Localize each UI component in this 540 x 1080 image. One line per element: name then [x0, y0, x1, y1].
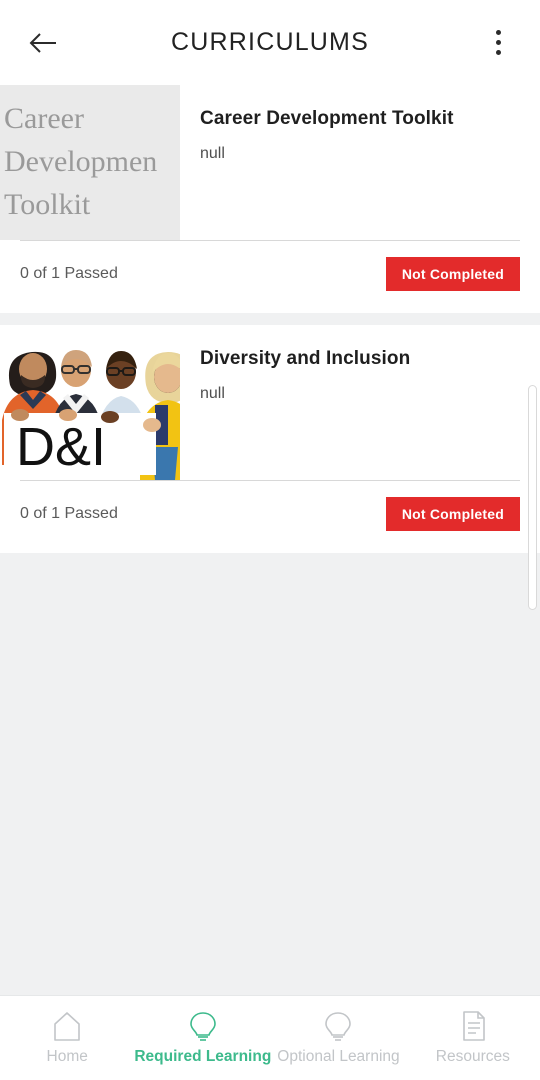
curriculum-description: null — [200, 145, 225, 162]
nav-item-resources[interactable]: Resources — [406, 996, 540, 1080]
home-icon — [54, 1012, 80, 1041]
curriculum-card-body: Diversity and Inclusion null — [180, 325, 540, 403]
bottom-navigation: Home Required Learning Optional Learning… — [0, 995, 540, 1080]
curriculum-card[interactable]: D&I Diversity and Inclusion null 0 of 1 … — [0, 325, 540, 553]
text-tile-thumbnail: Career Developmen Toolkit — [0, 85, 180, 240]
page-title: CURRICULUMS — [171, 28, 369, 56]
scrollbar[interactable] — [528, 385, 537, 610]
arrow-left-icon — [29, 32, 56, 53]
curriculum-list: Career Developmen Toolkit Career Develop… — [0, 85, 540, 610]
status-badge[interactable]: Not Completed — [385, 497, 520, 531]
curriculum-title: Diversity and Inclusion — [200, 348, 411, 369]
curriculum-description: null — [200, 385, 225, 402]
more-vertical-icon-dot — [495, 50, 501, 55]
curriculum-card[interactable]: Career Developmen Toolkit Career Develop… — [0, 85, 540, 313]
curriculum-thumbnail: D&I — [0, 325, 180, 480]
nav-label-resources: Resources — [435, 1048, 510, 1065]
nav-item-home[interactable]: Home — [0, 996, 134, 1080]
curriculum-card-footer: 0 of 1 Passed Not Completed — [0, 241, 540, 313]
thumbnail-text-line: Developmen — [4, 145, 158, 178]
more-vertical-icon-dot — [495, 30, 501, 35]
overflow-menu-button[interactable] — [478, 21, 518, 65]
more-vertical-icon-dot — [495, 40, 501, 45]
back-button[interactable] — [22, 21, 66, 65]
lightbulb-icon — [325, 1012, 352, 1041]
curriculum-progress: 0 of 1 Passed — [20, 265, 118, 282]
thumbnail-text-line: Toolkit — [4, 188, 91, 221]
curriculum-progress: 0 of 1 Passed — [20, 505, 118, 522]
curriculum-card-top: Career Developmen Toolkit Career Develop… — [0, 85, 540, 240]
thumbnail-text-line: Career — [4, 102, 84, 135]
nav-label-home: Home — [46, 1048, 88, 1065]
app-header: CURRICULUMS — [0, 0, 540, 85]
lightbulb-icon — [190, 1012, 216, 1041]
curriculum-card-footer: 0 of 1 Passed Not Completed — [0, 481, 540, 553]
document-icon — [463, 1011, 485, 1041]
curriculum-card-top: D&I Diversity and Inclusion null — [0, 325, 540, 480]
nav-label-optional-learning: Optional Learning — [277, 1048, 400, 1065]
nav-item-required-learning[interactable]: Required Learning — [134, 996, 271, 1080]
nav-item-optional-learning[interactable]: Optional Learning — [271, 996, 405, 1080]
svg-text:D&I: D&I — [16, 417, 106, 477]
curriculum-thumbnail: Career Developmen Toolkit — [0, 85, 180, 240]
curriculum-card-body: Career Development Toolkit null — [180, 85, 540, 163]
curriculum-title: Career Development Toolkit — [200, 108, 454, 129]
photo-thumbnail: D&I — [0, 325, 180, 480]
status-badge[interactable]: Not Completed — [385, 257, 520, 291]
nav-label-required-learning: Required Learning — [134, 1048, 272, 1065]
